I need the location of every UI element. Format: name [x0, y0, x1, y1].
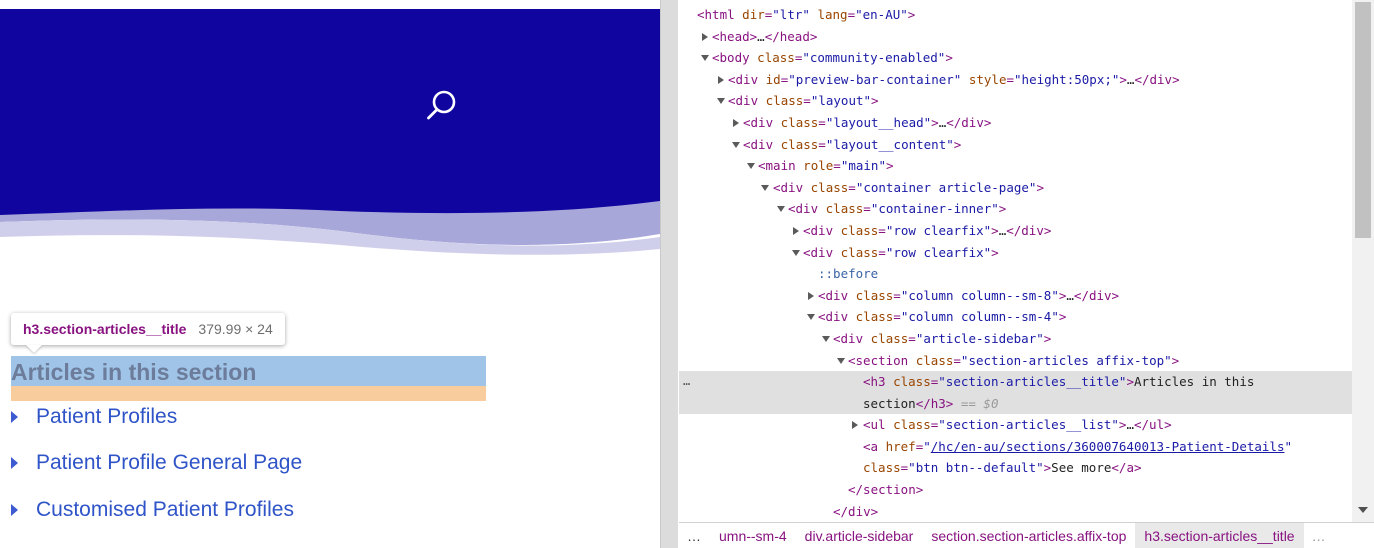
- collapse-arrow-icon[interactable]: [747, 163, 755, 170]
- article-link-customised-patient-profiles[interactable]: Customised Patient Profiles: [36, 495, 294, 525]
- dom-node-preview-bar[interactable]: <div id="preview-bar-container" style="h…: [679, 69, 1352, 91]
- dom-tree: <html dir="ltr" lang="en-AU"> <head>…</h…: [679, 4, 1352, 522]
- dom-node-row-1[interactable]: <div class="row clearfix">…</div>: [679, 220, 1352, 242]
- dom-node-head[interactable]: <head>…</head>: [679, 26, 1352, 48]
- collapse-arrow-icon[interactable]: [701, 55, 709, 62]
- list-item: Patient Profile General Page: [0, 448, 302, 478]
- tooltip-arrow: [26, 345, 42, 353]
- list-item: Customised Patient Profiles: [0, 495, 294, 525]
- dom-node-ul[interactable]: <ul class="section-articles__list">…</ul…: [679, 414, 1352, 436]
- dom-node-layout[interactable]: <div class="layout">: [679, 90, 1352, 112]
- dom-node-column-4[interactable]: <div class="column column--sm-4">: [679, 306, 1352, 328]
- collapse-arrow-icon[interactable]: [837, 357, 845, 364]
- dom-node-article-sidebar[interactable]: <div class="article-sidebar">: [679, 328, 1352, 350]
- breadcrumb-scroll-right[interactable]: …: [1304, 528, 1335, 544]
- collapse-arrow-icon[interactable]: [777, 206, 785, 213]
- dom-node-a-cont[interactable]: class="btn btn--default">See more</a>: [679, 457, 1352, 479]
- scroll-down-arrow-icon[interactable]: [1358, 507, 1368, 513]
- collapse-arrow-icon[interactable]: [761, 184, 769, 191]
- collapse-arrow-icon[interactable]: [807, 314, 815, 321]
- breadcrumb-item[interactable]: section.section-articles.affix-top: [922, 523, 1135, 548]
- dom-node-h3-selected[interactable]: … <h3 class="section-articles__title">Ar…: [679, 371, 1352, 393]
- caret-right-icon: [11, 411, 18, 423]
- dom-node-layout-head[interactable]: <div class="layout__head">…</div>: [679, 112, 1352, 134]
- breadcrumb-item[interactable]: umn--sm-4: [710, 523, 796, 548]
- caret-right-icon: [11, 457, 18, 469]
- section-title: Articles in this section: [11, 359, 257, 385]
- dom-node-section[interactable]: <section class="section-articles affix-t…: [679, 350, 1352, 372]
- hero-banner: [0, 9, 660, 255]
- expand-arrow-icon[interactable]: [808, 291, 814, 300]
- article-link-patient-profiles[interactable]: Patient Profiles: [36, 402, 177, 432]
- expand-arrow-icon[interactable]: [702, 32, 708, 41]
- expand-arrow-icon[interactable]: [852, 421, 858, 430]
- breadcrumb: … umn--sm-4 div.article-sidebar section.…: [679, 522, 1374, 548]
- breadcrumb-item-active[interactable]: h3.section-articles__title: [1135, 523, 1304, 548]
- expand-arrow-icon[interactable]: [793, 226, 799, 235]
- breadcrumb-scroll-left[interactable]: …: [679, 528, 710, 544]
- node-actions-ellipsis[interactable]: …: [683, 371, 690, 393]
- href-link[interactable]: /hc/en-au/sections/360007640013-Patient-…: [931, 439, 1285, 454]
- dom-node-column-8[interactable]: <div class="column column--sm-8">…</div>: [679, 285, 1352, 307]
- devtools-elements-panel: <html dir="ltr" lang="en-AU"> <head>…</h…: [679, 0, 1374, 548]
- expand-arrow-icon[interactable]: [733, 118, 739, 127]
- dom-node-div-close[interactable]: </div>: [679, 501, 1352, 523]
- caret-right-icon: [11, 504, 18, 516]
- dom-node-a[interactable]: <a href="/hc/en-au/sections/360007640013…: [679, 436, 1352, 458]
- collapse-arrow-icon[interactable]: [732, 141, 740, 148]
- collapse-arrow-icon[interactable]: [717, 98, 725, 105]
- scroll-thumb[interactable]: [1355, 2, 1371, 238]
- dom-node-container-inner[interactable]: <div class="container-inner">: [679, 198, 1352, 220]
- dom-node-body[interactable]: <body class="community-enabled">: [679, 47, 1352, 69]
- tooltip-selector: h3.section-articles__title: [23, 321, 187, 337]
- tooltip-dimensions: 379.99 × 24: [198, 321, 273, 337]
- search-icon[interactable]: [425, 88, 459, 122]
- inspect-tooltip: h3.section-articles__title 379.99 × 24: [11, 313, 285, 345]
- dom-node-container[interactable]: <div class="container article-page">: [679, 177, 1352, 199]
- hero-waves: [0, 9, 660, 255]
- dom-node-layout-content[interactable]: <div class="layout__content">: [679, 134, 1352, 156]
- page-preview: h3.section-articles__title 379.99 × 24 A…: [0, 0, 660, 548]
- collapse-arrow-icon[interactable]: [822, 335, 830, 342]
- vertical-scrollbar[interactable]: [1352, 0, 1374, 522]
- highlight-margin-box: [11, 386, 486, 401]
- dom-node-section-close[interactable]: </section>: [679, 479, 1352, 501]
- dom-node-row-2[interactable]: <div class="row clearfix">: [679, 242, 1352, 264]
- list-item: Patient Profiles: [0, 402, 177, 432]
- pane-splitter[interactable]: [660, 0, 678, 548]
- dom-node-html[interactable]: <html dir="ltr" lang="en-AU">: [679, 4, 1352, 26]
- dom-node-before[interactable]: ::before: [679, 263, 1352, 285]
- breadcrumb-item[interactable]: div.article-sidebar: [796, 523, 923, 548]
- dom-node-h3-selected-cont[interactable]: section</h3> == $0: [679, 392, 1352, 415]
- expand-arrow-icon[interactable]: [718, 75, 724, 84]
- dom-node-main[interactable]: <main role="main">: [679, 155, 1352, 177]
- article-link-patient-profile-general-page[interactable]: Patient Profile General Page: [36, 448, 302, 478]
- collapse-arrow-icon[interactable]: [792, 249, 800, 256]
